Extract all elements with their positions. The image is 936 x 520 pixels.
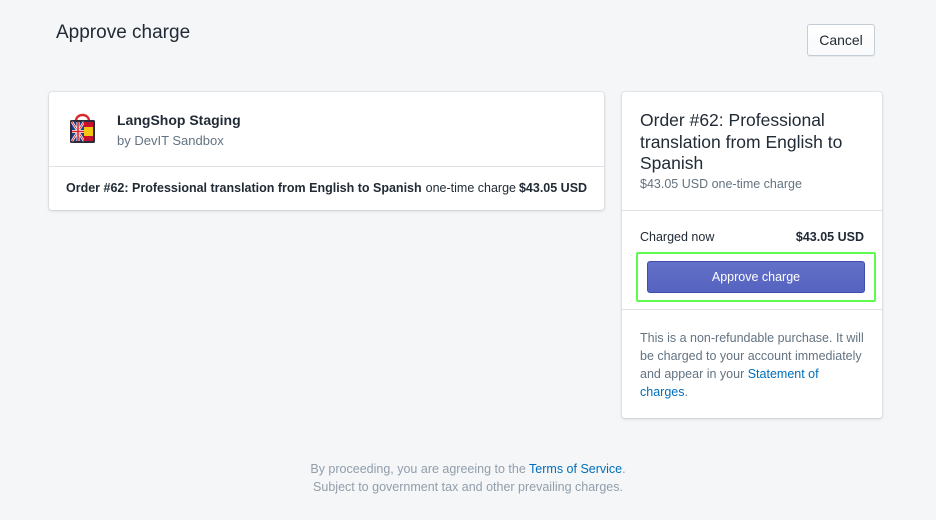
- approve-button-highlight: Approve charge: [636, 252, 876, 302]
- line-item: Order #62: Professional translation from…: [49, 167, 604, 209]
- footer-prefix: By proceeding, you are agreeing to the: [310, 462, 530, 476]
- approve-charge-page: Approve charge Cancel LangShop Staging b…: [0, 0, 936, 520]
- refund-notice: This is a non-refundable purchase. It wi…: [622, 310, 882, 401]
- app-card: LangShop Staging by DevIT Sandbox Order …: [49, 92, 604, 210]
- summary-charge-section: Charged now $43.05 USD Approve charge: [622, 211, 882, 310]
- summary-header: Order #62: Professional translation from…: [622, 92, 882, 211]
- footer-suffix: .: [622, 462, 626, 476]
- line-item-description: Order #62: Professional translation from…: [66, 181, 422, 195]
- line-item-charge-type: one-time charge: [425, 181, 516, 195]
- cancel-button[interactable]: Cancel: [807, 24, 875, 56]
- summary-card: Order #62: Professional translation from…: [622, 92, 882, 418]
- refund-notice-end: .: [684, 385, 688, 399]
- terms-of-service-link[interactable]: Terms of Service: [529, 462, 622, 476]
- charged-now-row: Charged now $43.05 USD: [640, 230, 864, 244]
- summary-subtitle: $43.05 USD one-time charge: [640, 176, 802, 191]
- page-title: Approve charge: [56, 22, 191, 43]
- approve-charge-button[interactable]: Approve charge: [647, 261, 865, 293]
- footer: By proceeding, you are agreeing to the T…: [0, 460, 936, 496]
- langshop-bag-logo-icon: [70, 113, 95, 143]
- charged-now-amount: $43.05 USD: [795, 230, 864, 244]
- app-name: LangShop Staging: [117, 112, 241, 128]
- line-item-price: $43.05 USD: [518, 181, 588, 195]
- summary-title: Order #62: Professional translation from…: [640, 110, 843, 173]
- footer-tax-note: Subject to government tax and other prev…: [313, 480, 623, 494]
- charged-now-label: Charged now: [640, 230, 715, 244]
- app-header: LangShop Staging by DevIT Sandbox: [49, 92, 604, 167]
- app-meta: LangShop Staging by DevIT Sandbox: [117, 110, 241, 150]
- app-developer: by DevIT Sandbox: [117, 133, 224, 148]
